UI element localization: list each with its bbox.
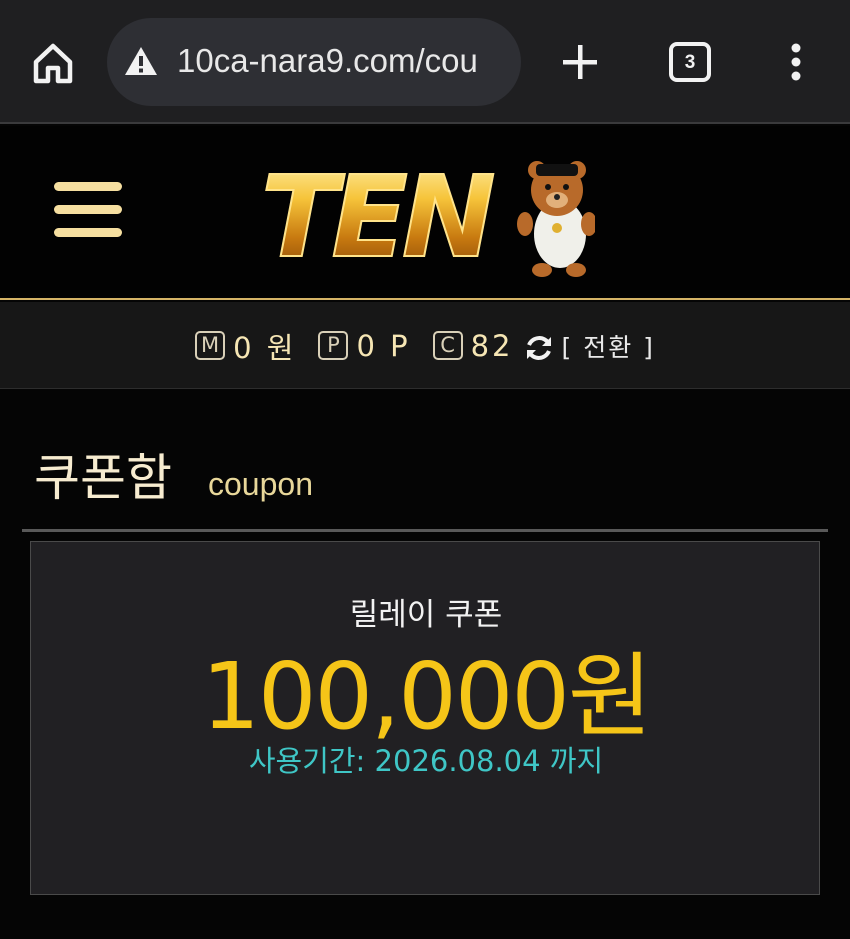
point-balance: P 0 P [318, 329, 410, 363]
coupon-period: 사용기간: 2026.08.04 까지 [248, 744, 604, 778]
coin-value: 82 [470, 328, 514, 363]
coupon-card[interactable]: 릴레이 쿠폰 100,000원 사용기간: 2026.08.04 까지 [30, 541, 820, 895]
logo-text: TEN [261, 153, 494, 283]
coin-badge-icon: C [432, 331, 463, 360]
browser-toolbar: 10ca-nara9.com/cou 3 [0, 0, 850, 124]
warning-icon[interactable] [124, 45, 158, 77]
point-value: 0 P [356, 328, 411, 363]
bear-mascot [517, 161, 595, 277]
coin-balance: C 82 [432, 328, 514, 363]
balance-bar: M 0 원 P 0 P C 82 [ 전환 ] [0, 302, 850, 389]
money-badge-icon: M [195, 331, 226, 360]
address-bar[interactable]: 10ca-nara9.com/cou [107, 18, 521, 106]
page-title: 쿠폰함 [34, 449, 172, 507]
url-text[interactable]: 10ca-nara9.com/cou [177, 42, 512, 80]
money-balance: M 0 원 [195, 325, 296, 367]
more-vert-icon[interactable] [786, 43, 806, 83]
tabs-icon[interactable]: 3 [669, 42, 711, 82]
page-subtitle: coupon [208, 466, 313, 502]
home-icon[interactable] [30, 40, 76, 86]
money-value: 0 원 [233, 330, 297, 365]
site-header: TEN [0, 126, 850, 300]
site-logo[interactable]: TEN [255, 144, 595, 284]
refresh-icon[interactable] [524, 333, 554, 363]
switch-button[interactable]: [ 전환 ] [562, 328, 655, 364]
coupon-amount: 100,000원 [201, 643, 652, 750]
point-badge-icon: P [318, 331, 349, 360]
plus-icon[interactable] [560, 42, 600, 82]
section-divider [22, 529, 828, 532]
hamburger-menu-icon[interactable] [54, 182, 124, 242]
